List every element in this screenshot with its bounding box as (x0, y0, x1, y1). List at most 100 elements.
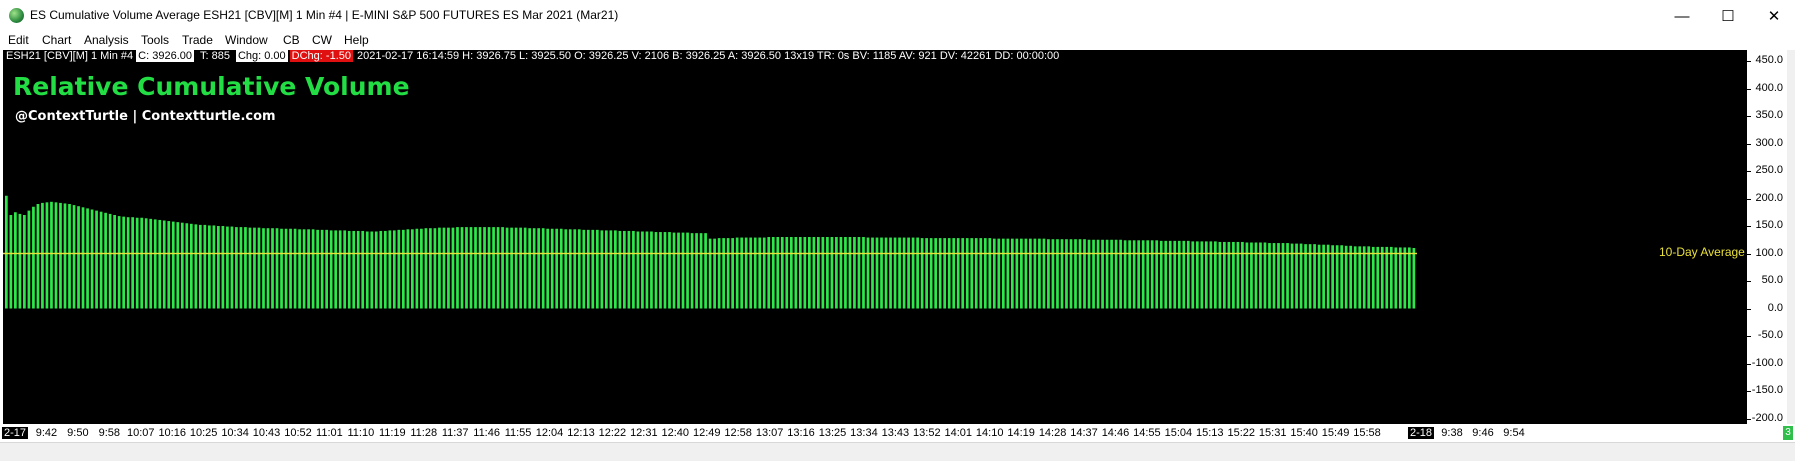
volume-bar (1263, 242, 1267, 309)
volume-bar (1204, 241, 1208, 309)
y-tick-mark (1747, 308, 1751, 310)
menu-tools[interactable]: Tools (141, 33, 169, 47)
x-tick-label: 10:16 (158, 427, 186, 439)
volume-bar (311, 229, 315, 309)
menu-trade[interactable]: Trade (182, 33, 213, 47)
volume-bar (1173, 240, 1177, 309)
menu-edit[interactable]: Edit (8, 33, 29, 47)
volume-bar (162, 220, 166, 309)
volume-bar (717, 238, 721, 309)
menu-cw[interactable]: CW (312, 33, 332, 47)
info-chg: Chg: 0.00 (235, 50, 288, 62)
volume-bar (347, 230, 351, 309)
volume-bar (780, 237, 784, 309)
volume-bar (487, 227, 491, 309)
volume-bar (695, 233, 698, 309)
menu-analysis[interactable]: Analysis (84, 33, 129, 47)
volume-bar (180, 222, 184, 309)
volume-bar (803, 237, 807, 309)
volume-bar (934, 238, 938, 309)
x-tick-label: 12:31 (630, 427, 658, 439)
volume-bar (1078, 239, 1082, 309)
info-ticks: T: 885 (200, 50, 230, 62)
volume-bar (1051, 239, 1055, 309)
volume-bar (789, 237, 793, 309)
volume-bar (636, 231, 640, 309)
volume-bar (1412, 248, 1416, 309)
volume-bar (1146, 240, 1150, 309)
volume-bar (762, 237, 766, 309)
volume-bar (744, 237, 748, 309)
volume-bar (1132, 240, 1136, 309)
volume-bar (266, 228, 270, 309)
volume-bar (374, 231, 378, 309)
x-tick-label: 10:07 (127, 427, 155, 439)
volume-bar (510, 227, 513, 309)
volume-bar (726, 238, 730, 309)
volume-bar (1245, 242, 1249, 309)
volume-bar (27, 210, 31, 309)
volume-bar (217, 226, 220, 309)
volume-bar (68, 204, 71, 309)
volume-bar (573, 229, 577, 309)
volume-bar (1214, 241, 1217, 309)
volume-bar (456, 227, 459, 309)
end-badge: 3 (1783, 426, 1793, 440)
volume-bar (681, 232, 685, 309)
y-axis[interactable]: 450.0 400.0 350.0 300.0 250.0 200.0 150.0 100.0… (1747, 50, 1787, 424)
volume-bar (253, 227, 256, 309)
chart-area[interactable]: ESH21 [CBV][M] 1 Min #4 C: 3926.00 T: 885 C… (3, 50, 1747, 424)
volume-bar (952, 238, 956, 309)
volume-bar (248, 227, 252, 309)
volume-bar (1060, 239, 1064, 309)
volume-bar (1105, 239, 1109, 309)
x-tick-label: 15:58 (1353, 427, 1381, 439)
volume-bar (239, 227, 243, 309)
maximize-button[interactable]: ☐ (1705, 0, 1751, 32)
y-tick-mark (1747, 363, 1751, 365)
x-tick-label: 14:37 (1070, 427, 1098, 439)
volume-bar (677, 232, 680, 309)
volume-bar (108, 213, 112, 309)
volume-bar (550, 228, 554, 309)
volume-bar (853, 237, 856, 309)
y-tick-label: 450.0 (1755, 54, 1783, 66)
volume-bar (1010, 238, 1014, 309)
volume-bar (63, 203, 67, 309)
volume-bar (1056, 239, 1059, 309)
x-tick-label: 14:19 (1007, 427, 1035, 439)
volume-bar (474, 227, 477, 309)
volume-bar (641, 231, 644, 309)
volume-bar (221, 226, 225, 309)
volume-bar (501, 227, 504, 309)
x-axis[interactable]: 2-17 9:42 9:50 9:58 10:07 10:16 10:25 10:34 10:4… (1, 424, 1747, 442)
menu-cb[interactable]: CB (283, 33, 300, 47)
menu-help[interactable]: Help (344, 33, 369, 47)
volume-bar (379, 230, 383, 309)
y-tick-label: 50.0 (1761, 274, 1783, 286)
y-tick-mark (1747, 143, 1751, 145)
volume-bar (45, 202, 49, 309)
volume-bar (90, 209, 94, 309)
y-tick-label: -200.0 (1751, 411, 1783, 424)
volume-bar (591, 229, 595, 309)
volume-bar (817, 237, 820, 309)
volume-bar (965, 238, 969, 309)
volume-bar (483, 227, 486, 309)
menu-chart[interactable]: Chart (42, 33, 71, 47)
volume-bar (568, 229, 572, 309)
volume-bar (956, 238, 960, 309)
menu-window[interactable]: Window (225, 33, 268, 47)
close-button[interactable]: ✕ (1751, 0, 1795, 32)
volume-bar (284, 228, 288, 309)
volume-bar (32, 206, 35, 309)
volume-bar (889, 237, 892, 309)
minimize-button[interactable]: — (1659, 0, 1705, 32)
y-tick-label: -100.0 (1751, 356, 1783, 369)
horizontal-scrollbar[interactable] (0, 442, 1795, 461)
x-tick-label: 10:25 (189, 427, 218, 439)
volume-bar (59, 202, 62, 309)
volume-bar (586, 229, 590, 309)
x-tick-label: 11:01 (316, 427, 343, 439)
volume-bar (1141, 240, 1145, 309)
